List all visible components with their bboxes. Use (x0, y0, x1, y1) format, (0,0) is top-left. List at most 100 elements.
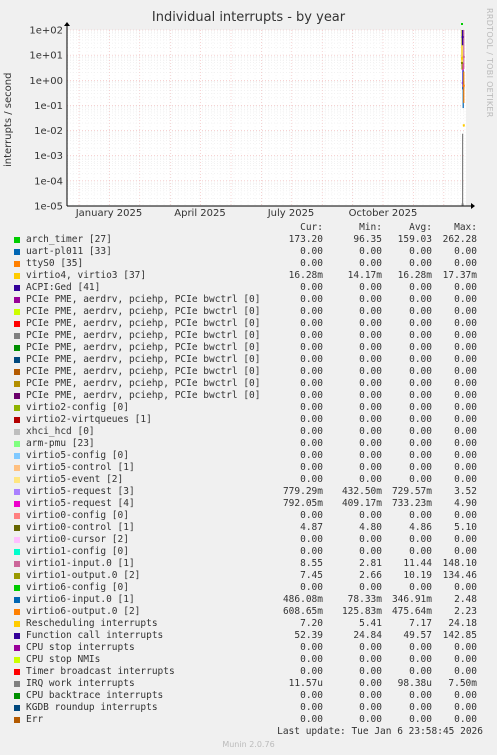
legend-value-cur: 608.65m (282, 606, 323, 617)
legend-value-max: 0.00 (454, 534, 477, 545)
legend-value-cur: 779.29m (282, 486, 323, 497)
legend-row: PCIe PME, aerdrv, pciehp, PCIe bwctrl [0… (0, 318, 497, 330)
legend-series-name: virtio2-config [0] (26, 402, 129, 413)
legend-swatch (14, 645, 20, 651)
legend-swatch (14, 681, 20, 687)
legend-row: CPU stop NMIs 0.00 0.00 0.00 0.00 (0, 654, 497, 666)
legend-series-name: virtio5-config [0] (26, 450, 129, 461)
legend-series-name: PCIe PME, aerdrv, pciehp, PCIe bwctrl [0… (26, 378, 261, 389)
legend-value-max: 0.00 (454, 366, 477, 377)
legend-series-name: Err (26, 714, 44, 725)
legend: Cur: Min: Avg: Max: arch_timer [27] 173.2… (0, 222, 497, 726)
legend-row: arm-pmu [23] 0.00 0.00 0.00 0.00 (0, 438, 497, 450)
legend-row: virtio5-request [4] 792.05m 409.17m 733.23m… (0, 498, 497, 510)
legend-value-cur: 0.00 (300, 378, 323, 389)
legend-swatch (14, 609, 20, 615)
legend-value-max: 2.23 (454, 606, 477, 617)
legend-value-max: 148.10 (442, 558, 477, 569)
legend-header-cur: Cur: (300, 222, 323, 233)
legend-swatch (14, 573, 20, 579)
legend-swatch (14, 465, 20, 471)
legend-value-cur: 8.55 (300, 558, 323, 569)
legend-swatch (14, 309, 20, 315)
series-point (461, 23, 463, 26)
legend-series-name: ACPI:Ged [41] (26, 282, 101, 293)
legend-series-name: Function call interrupts (26, 630, 164, 641)
legend-swatch (14, 669, 20, 675)
legend-swatch (14, 237, 20, 243)
legend-value-cur: 0.00 (300, 330, 323, 341)
legend-row: PCIe PME, aerdrv, pciehp, PCIe bwctrl [0… (0, 342, 497, 354)
legend-row: xhci_hcd [0] 0.00 0.00 0.00 0.00 (0, 426, 497, 438)
legend-value-max: 0.00 (454, 582, 477, 593)
legend-row: PCIe PME, aerdrv, pciehp, PCIe bwctrl [0… (0, 366, 497, 378)
legend-swatch (14, 405, 20, 411)
legend-value-cur: 0.00 (300, 426, 323, 437)
legend-value-cur: 0.00 (300, 282, 323, 293)
munin-version: Munin 2.0.76 (222, 740, 275, 749)
legend-value-cur: 0.00 (300, 534, 323, 545)
legend-series-name: CPU stop interrupts (26, 642, 135, 653)
legend-swatch (14, 357, 20, 363)
legend-swatch (14, 261, 20, 267)
legend-series-name: PCIe PME, aerdrv, pciehp, PCIe bwctrl [0… (26, 294, 261, 305)
x-tick-label: April 2025 (174, 208, 225, 219)
legend-series-name: Timer broadcast interrupts (26, 666, 175, 677)
x-axis-arrow (471, 203, 475, 209)
legend-swatch (14, 249, 20, 255)
legend-value-max: 0.00 (454, 546, 477, 557)
legend-swatch (14, 273, 20, 279)
legend-series-name: Rescheduling interrupts (26, 618, 158, 629)
legend-series-name: IRQ work interrupts (26, 678, 135, 689)
legend-series-name: virtio1-input.0 [1] (26, 558, 135, 569)
legend-swatch (14, 585, 20, 591)
chart-plot: 1e+02 1e+01 1e+00 1e-01 1e-02 1e-03 1e-04 1e-05… (29, 22, 475, 219)
legend-series-name: virtio1-output.0 [2] (26, 570, 141, 581)
legend-value-max: 0.00 (454, 390, 477, 401)
legend-value-max: 0.00 (454, 246, 477, 257)
legend-row: CPU stop interrupts 0.00 0.00 0.00 0.00 (0, 642, 497, 654)
legend-series-name: virtio6-input.0 [1] (26, 594, 135, 605)
legend-series-name: virtio5-request [3] (26, 486, 135, 497)
legend-value-cur: 0.00 (300, 666, 323, 677)
legend-swatch (14, 537, 20, 543)
x-tick-label: October 2025 (349, 208, 418, 219)
legend-series-name: PCIe PME, aerdrv, pciehp, PCIe bwctrl [0… (26, 390, 261, 401)
series-point (461, 203, 464, 206)
legend-series-name: uart-pl011 [33] (26, 246, 112, 257)
legend-swatch (14, 717, 20, 723)
legend-swatch (14, 693, 20, 699)
legend-value-max: 0.00 (454, 402, 477, 413)
legend-series-name: virtio5-event [2] (26, 474, 124, 485)
legend-value-cur: 0.00 (300, 438, 323, 449)
legend-value-cur: 173.20 (288, 234, 323, 245)
legend-row: PCIe PME, aerdrv, pciehp, PCIe bwctrl [0… (0, 306, 497, 318)
legend-value-cur: 0.00 (300, 342, 323, 353)
legend-value-cur: 0.00 (300, 642, 323, 653)
legend-value-max: 0.00 (454, 294, 477, 305)
y-axis-arrow (64, 22, 70, 26)
legend-swatch (14, 513, 20, 519)
legend-row: virtio6-input.0 [1] 486.08m 78.33m 346.91m 2… (0, 594, 497, 606)
legend-swatch (14, 285, 20, 291)
legend-header: Cur: Min: Avg: Max: (0, 222, 497, 234)
legend-value-cur: 0.00 (300, 702, 323, 713)
legend-value-cur: 0.00 (300, 402, 323, 413)
legend-series-name: virtio2-virtqueues [1] (26, 414, 152, 425)
legend-series-name: arch_timer [27] (26, 234, 112, 245)
y-tick-label: 1e-01 (34, 101, 63, 112)
y-tick-label: 1e+02 (29, 26, 63, 37)
legend-series-name: virtio0-cursor [2] (26, 534, 129, 545)
legend-value-cur: 11.57u (288, 678, 323, 689)
legend-swatch (14, 441, 20, 447)
legend-swatch (14, 561, 20, 567)
legend-row: ttyS0 [35] 0.00 0.00 0.00 0.00 (0, 258, 497, 270)
legend-value-cur: 0.00 (300, 318, 323, 329)
series-point (461, 36, 464, 39)
legend-value-cur: 0.00 (300, 714, 323, 725)
legend-swatch (14, 333, 20, 339)
legend-value-cur: 7.45 (300, 570, 323, 581)
legend-swatch (14, 429, 20, 435)
legend-swatch (14, 417, 20, 423)
legend-swatch (14, 621, 20, 627)
